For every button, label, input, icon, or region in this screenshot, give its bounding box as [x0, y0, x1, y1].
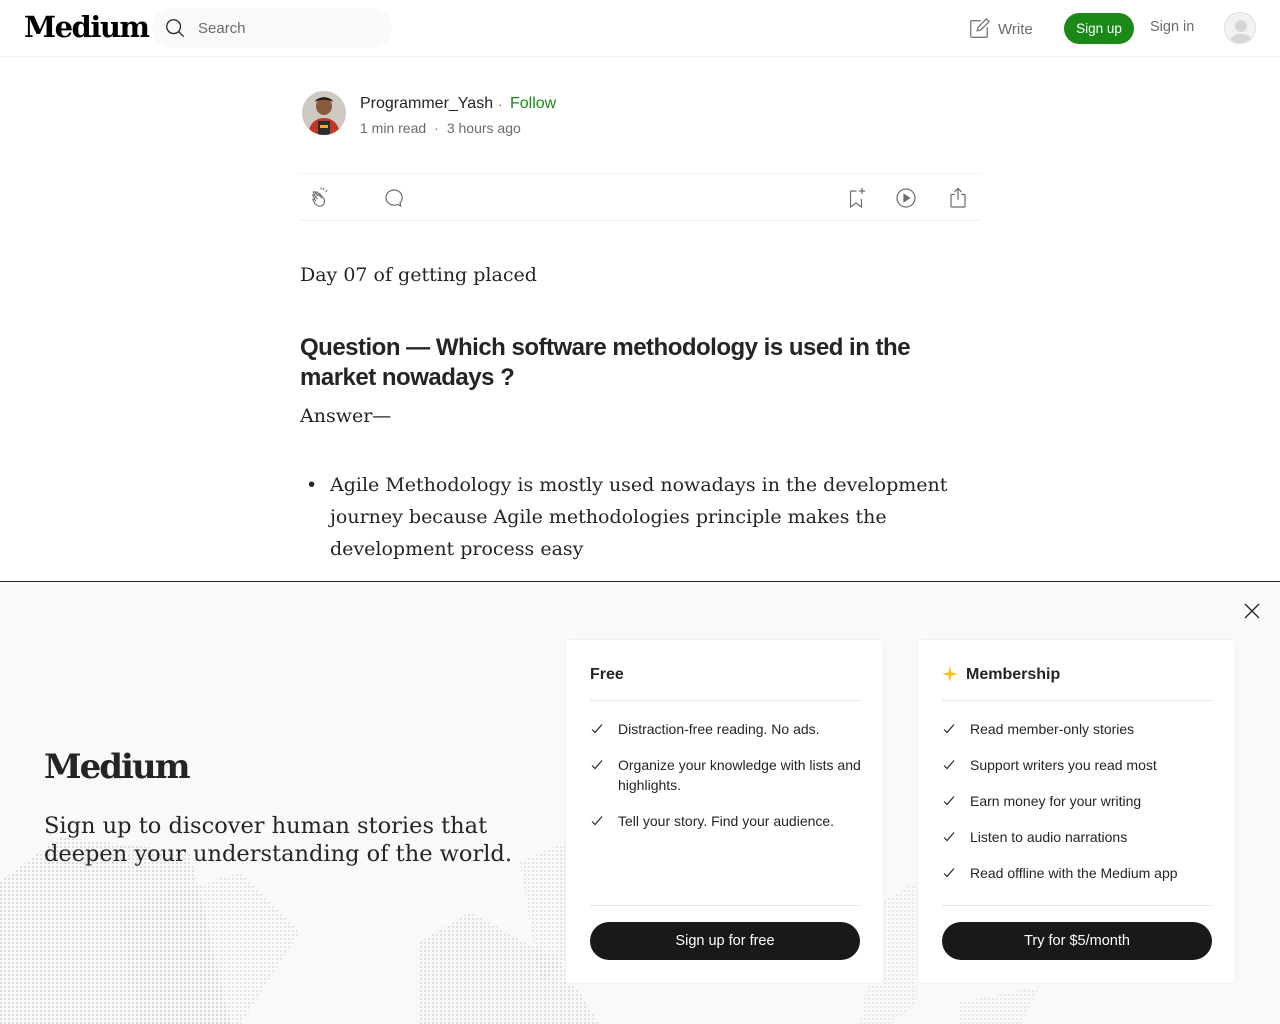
write-icon — [970, 18, 990, 38]
divider — [942, 905, 1212, 906]
clap-icon[interactable] — [308, 186, 332, 210]
membership-star-icon — [942, 666, 958, 682]
membership-plan-title: Membership — [966, 666, 1061, 683]
bookmark-add-icon[interactable] — [844, 186, 868, 210]
article-answer-list: Agile Methodology is mostly used nowaday… — [306, 469, 980, 565]
top-navigation-bar: Medium Write Sign up Sign in — [0, 0, 1280, 57]
sign-up-button[interactable]: Sign up — [1064, 13, 1134, 44]
listen-play-icon[interactable] — [894, 186, 918, 210]
author-name[interactable]: Programmer_Yash — [360, 95, 493, 113]
divider — [942, 700, 1212, 701]
free-plan-title: Free — [590, 666, 624, 683]
write-label: Write — [998, 20, 1033, 38]
membership-feature: Read offline with the Medium app — [942, 863, 1217, 883]
list-item: Agile Methodology is mostly used nowaday… — [306, 469, 980, 565]
comment-icon[interactable] — [382, 186, 406, 210]
sign-in-link[interactable]: Sign in — [1150, 19, 1194, 35]
check-icon — [943, 796, 955, 806]
check-icon — [943, 724, 955, 734]
read-time: 1 min read — [360, 120, 427, 136]
write-button[interactable]: Write — [968, 16, 1033, 42]
membership-feature: Listen to audio narrations — [942, 827, 1217, 847]
check-icon — [943, 832, 955, 842]
overlay-medium-logo: Medium — [44, 747, 191, 787]
divider — [590, 905, 860, 906]
avatar-placeholder-icon — [1229, 20, 1253, 43]
free-feature: Tell your story. Find your audience. — [590, 811, 865, 831]
meta-separator: · — [434, 120, 439, 136]
published-time: 3 hours ago — [446, 120, 521, 136]
free-plan-card: Free Distraction-free reading. No ads. O… — [565, 639, 884, 984]
try-membership-button[interactable]: Try for $5/month — [942, 922, 1212, 960]
author-avatar[interactable] — [302, 91, 346, 135]
name-separator: · — [498, 96, 503, 112]
medium-logo[interactable]: Medium — [24, 10, 150, 44]
article-question-heading: Question — Which software methodology is… — [300, 334, 911, 391]
free-feature: Distraction-free reading. No ads. — [590, 719, 865, 739]
membership-plan-card: Membership Read member-only stories Supp… — [917, 639, 1236, 984]
share-icon[interactable] — [946, 186, 970, 210]
author-photo — [302, 91, 346, 135]
free-feature: Organize your knowledge with lists and h… — [590, 755, 865, 795]
divider — [590, 700, 860, 701]
membership-feature: Read member-only stories — [942, 719, 1217, 739]
overlay-tagline: Sign up to discover human stories that d… — [44, 813, 512, 867]
check-icon — [591, 816, 603, 826]
article-intro: Day 07 of getting placed — [300, 264, 537, 286]
membership-feature: Earn money for your writing — [942, 791, 1217, 811]
check-icon — [943, 868, 955, 878]
check-icon — [591, 760, 603, 770]
search-icon — [166, 19, 185, 38]
search-input[interactable] — [198, 8, 378, 48]
check-icon — [943, 760, 955, 770]
follow-button[interactable]: Follow — [510, 95, 556, 113]
membership-feature: Support writers you read most — [942, 755, 1217, 775]
search-box[interactable] — [152, 8, 392, 48]
signup-overlay: Medium Sign up to discover human stories… — [0, 581, 1280, 1024]
close-icon[interactable] — [1240, 599, 1264, 623]
article-answer-label: Answer— — [300, 405, 392, 427]
story-action-bar — [300, 173, 980, 221]
sign-up-for-free-button[interactable]: Sign up for free — [590, 922, 860, 960]
check-icon — [591, 724, 603, 734]
user-avatar[interactable] — [1224, 12, 1256, 44]
story-meta: 1 min read · 3 hours ago — [360, 120, 521, 136]
